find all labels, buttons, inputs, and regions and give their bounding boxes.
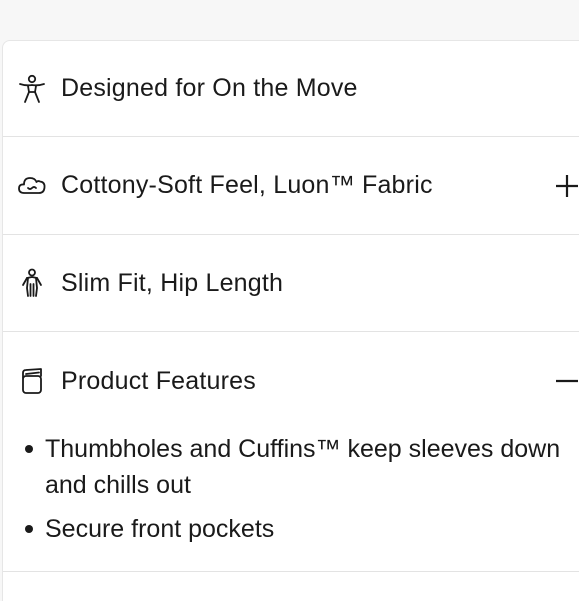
accordion-item-label: Designed for On the Move (61, 74, 358, 102)
divider (3, 571, 579, 572)
feature-text: Thumbholes and Cuffins™ keep sleeves dow… (45, 435, 561, 499)
product-features-list: Thumbholes and Cuffins™ keep sleeves dow… (23, 431, 579, 555)
bullet-icon (25, 525, 33, 533)
product-details-panel: Designed for On the Move Cottony-Soft Fe… (2, 40, 579, 601)
feature-item: Secure front pockets (23, 511, 579, 547)
accordion-item-fabric[interactable]: Cottony-Soft Feel, Luon™ Fabric (3, 137, 579, 235)
expand-plus-icon[interactable] (555, 171, 579, 201)
garment-tag-icon (17, 366, 47, 396)
bullet-icon (25, 445, 33, 453)
collapse-minus-icon[interactable] (555, 366, 579, 396)
feature-text: Secure front pockets (45, 515, 275, 543)
accordion-item-product-features[interactable]: Product Features (3, 332, 579, 430)
cloud-icon (17, 171, 47, 201)
feature-item: Thumbholes and Cuffins™ keep sleeves dow… (23, 431, 579, 503)
body-fit-icon (17, 268, 47, 298)
accordion-item-label: Cottony-Soft Feel, Luon™ Fabric (61, 171, 433, 199)
person-icon (17, 74, 47, 104)
accordion-item-label: Product Features (61, 366, 256, 395)
accordion-item-label: Slim Fit, Hip Length (61, 268, 284, 297)
accordion-item-designed-for: Designed for On the Move (3, 41, 579, 137)
accordion-item-fit: Slim Fit, Hip Length (3, 235, 579, 332)
